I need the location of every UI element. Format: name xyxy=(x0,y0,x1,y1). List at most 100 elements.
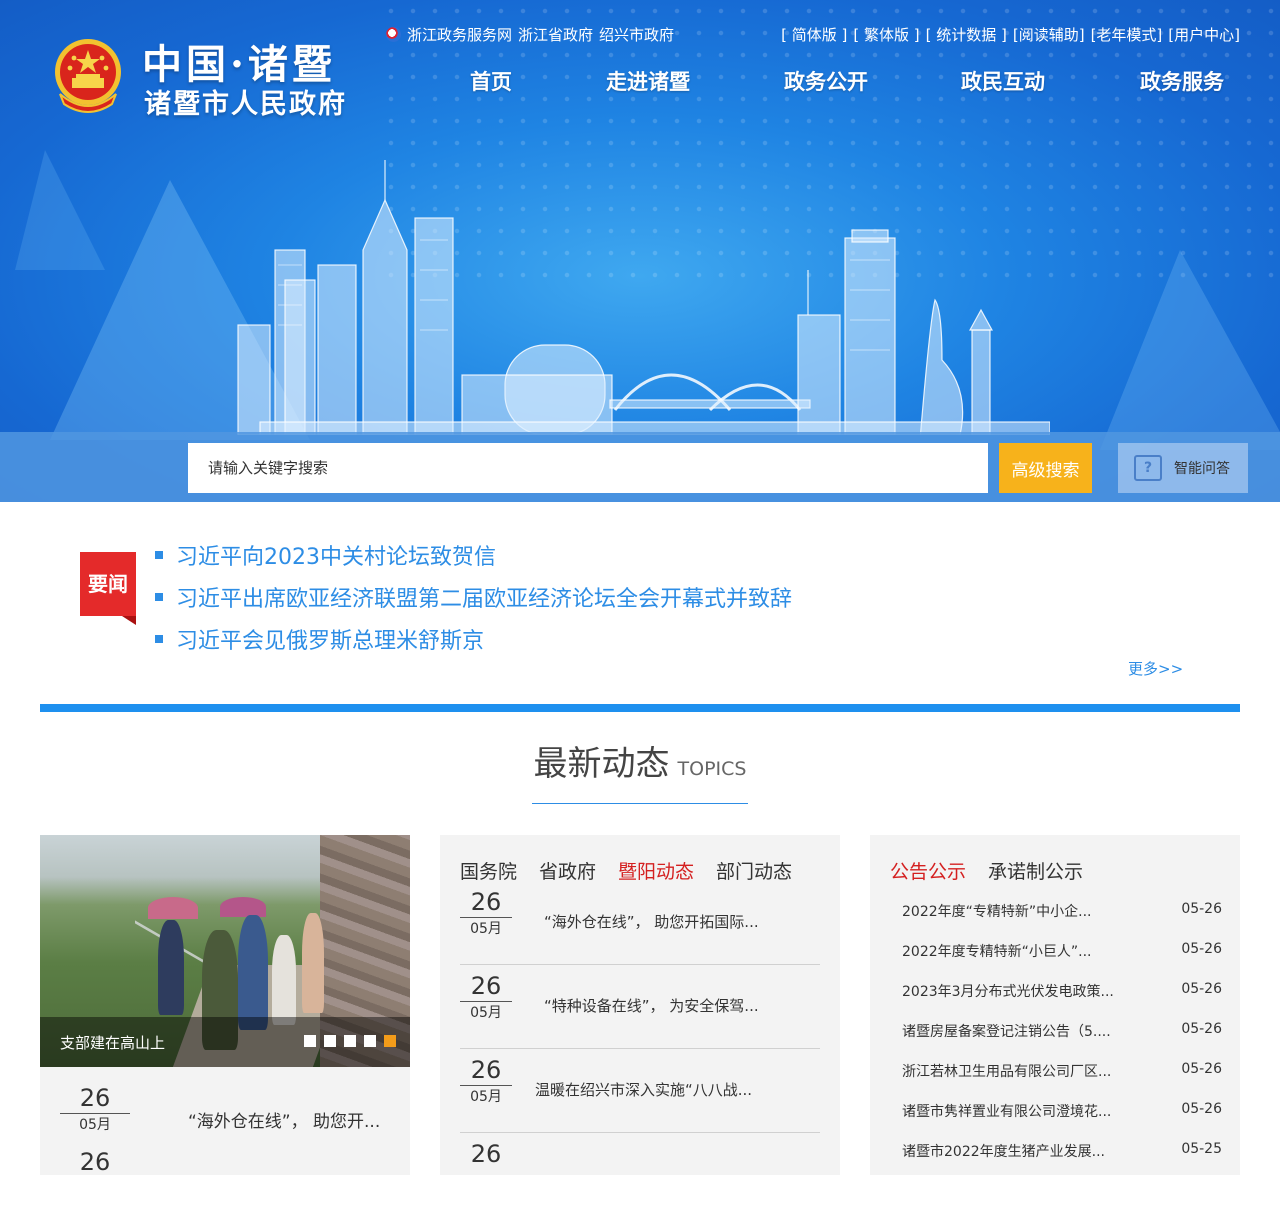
notice-title[interactable]: 2023年3月分布式光伏发电政策... xyxy=(902,981,1114,1021)
headline-list: 习近平向2023中关村论坛致贺信 习近平出席欧亚经济联盟第二届欧亚经济论坛全会开… xyxy=(155,534,792,660)
notice-title[interactable]: 诸暨房屋备案登记注销公告（5.... xyxy=(902,1021,1111,1061)
slider-dot[interactable] xyxy=(344,1035,356,1047)
news-day: 26 xyxy=(470,1140,502,1168)
section-divider xyxy=(40,704,1240,712)
link-statistics[interactable]: [ 统计数据 ] xyxy=(926,24,1007,45)
tab-jiyang-news[interactable]: 暨阳动态 xyxy=(618,857,694,884)
slider-photo[interactable]: 支部建在高山上 xyxy=(40,835,410,1067)
news-title[interactable]: “特种设备在线”， 为安全保驾... xyxy=(544,995,759,1016)
photo-news-column: 支部建在高山上 26 05月 “海外仓在线”， 助您开... 26 xyxy=(40,835,410,1177)
notice-list: 2022年度“专精特新”中小企... 05-26 2022年度专精特新“小巨人”.… xyxy=(902,901,1222,1181)
link-user-center[interactable]: [用户中心] xyxy=(1168,24,1240,45)
nav-gov-affairs[interactable]: 政务公开 xyxy=(784,66,868,96)
logo-subtitle[interactable]: 诸暨市人民政府 xyxy=(144,82,347,121)
photo-person xyxy=(158,920,184,1015)
list-item[interactable]: 2022年度“专精特新”中小企... 05-26 xyxy=(902,901,1222,941)
slider-dot[interactable] xyxy=(304,1035,316,1047)
advanced-search-button[interactable]: 高级搜索 xyxy=(999,443,1092,493)
slider-caption[interactable]: 支部建在高山上 xyxy=(60,1032,165,1053)
news-title[interactable]: “海外仓在线”， 助您开拓国际... xyxy=(544,911,759,932)
headline-text[interactable]: 习近平向2023中关村论坛致贺信 xyxy=(176,539,496,571)
news-month: 05月 xyxy=(470,921,502,937)
more-headlines-link[interactable]: 更多>> xyxy=(1128,658,1183,679)
photo-umbrella xyxy=(220,897,266,917)
nav-interaction[interactable]: 政民互动 xyxy=(961,66,1045,96)
list-item[interactable]: 诸暨市2022年度生猪产业发展... 05-25 xyxy=(902,1141,1222,1181)
news-date: 26 xyxy=(60,1147,130,1177)
news-day: 26 xyxy=(460,971,512,1002)
notice-title[interactable]: 浙江若林卫生用品有限公司厂区... xyxy=(902,1061,1111,1101)
headline-item[interactable]: 习近平出席欧亚经济联盟第二届欧亚经济论坛全会开幕式并致辞 xyxy=(155,576,792,618)
tab-department-news[interactable]: 部门动态 xyxy=(716,857,792,884)
utility-links: [ 简体版 ] [ 繁体版 ] [ 统计数据 ] [阅读辅助] [老年模式] [… xyxy=(781,24,1240,45)
list-item[interactable]: 26 05月 温暖在绍兴市深入实施“八八战... xyxy=(460,1049,820,1133)
list-item[interactable]: 诸暨房屋备案登记注销公告（5.... 05-26 xyxy=(902,1021,1222,1061)
news-day: 26 xyxy=(460,887,512,918)
nav-services[interactable]: 政务服务 xyxy=(1140,66,1224,96)
list-item[interactable]: 2023年3月分布式光伏发电政策... 05-26 xyxy=(902,981,1222,1021)
link-traditional[interactable]: [ 繁体版 ] xyxy=(853,24,919,45)
headline-item[interactable]: 习近平向2023中关村论坛致贺信 xyxy=(155,534,792,576)
bullet-icon xyxy=(155,593,163,601)
section-title: 最新动态 TOPICS xyxy=(0,736,1280,785)
slider-dot[interactable] xyxy=(364,1035,376,1047)
list-item[interactable]: 浙江若林卫生用品有限公司厂区... 05-26 xyxy=(902,1061,1222,1101)
section-title-cn: 最新动态 xyxy=(533,744,670,784)
link-elder-mode[interactable]: [老年模式] xyxy=(1091,24,1163,45)
list-item[interactable]: 26 05月 “特种设备在线”， 为安全保驾... xyxy=(460,965,820,1049)
notices-column: 公告公示 承诺制公示 2022年度“专精特新”中小企... 05-26 2022年… xyxy=(870,835,1240,1175)
news-date: 26 05月 xyxy=(460,971,512,1024)
link-sx-gov[interactable]: 绍兴市政府 xyxy=(599,24,674,45)
tab-province[interactable]: 省政府 xyxy=(539,857,596,884)
headlines-badge: 要闻 xyxy=(80,552,136,625)
smart-qa-label: 智能问答 xyxy=(1174,461,1230,477)
hero-banner: 中国·诸暨 诸暨市人民政府 浙江政务服务网 浙江省政府 绍兴市政府 [ 简体版 … xyxy=(0,0,1280,502)
headline-text[interactable]: 习近平出席欧亚经济联盟第二届欧亚经济论坛全会开幕式并致辞 xyxy=(176,581,792,613)
national-emblem-icon[interactable] xyxy=(52,38,124,114)
news-day: 26 xyxy=(79,1148,111,1176)
section-title-underline xyxy=(532,803,748,804)
slider-dot[interactable] xyxy=(324,1035,336,1047)
notice-tabs: 公告公示 承诺制公示 xyxy=(890,857,1083,884)
notice-title[interactable]: 2022年度专精特新“小巨人”... xyxy=(902,941,1092,981)
zhejiang-gov-icon xyxy=(386,27,401,42)
news-title[interactable]: “海外仓在线”， 助您开... xyxy=(188,1107,380,1132)
tab-commitments[interactable]: 承诺制公示 xyxy=(988,857,1083,884)
news-day: 26 xyxy=(60,1083,130,1114)
notice-date: 05-26 xyxy=(1181,1061,1222,1077)
notice-date: 05-26 xyxy=(1181,941,1222,957)
slider-dot-active[interactable] xyxy=(384,1035,396,1047)
news-date: 26 05月 xyxy=(60,1083,130,1136)
search-input[interactable] xyxy=(188,443,988,493)
notice-title[interactable]: 诸暨市隽祥置业有限公司澄境花... xyxy=(902,1101,1111,1141)
news-tabs-column: 国务院 省政府 暨阳动态 部门动态 26 05月 “海外仓在线”， 助您开拓国际… xyxy=(440,835,840,1175)
photo-person xyxy=(238,915,268,1030)
notice-title[interactable]: 2022年度“专精特新”中小企... xyxy=(902,901,1092,941)
headline-text[interactable]: 习近平会见俄罗斯总理米舒斯京 xyxy=(176,623,484,655)
news-title[interactable]: 温暖在绍兴市深入实施“八八战... xyxy=(535,1079,752,1100)
link-reading-aid[interactable]: [阅读辅助] xyxy=(1013,24,1085,45)
news-tabs: 国务院 省政府 暨阳动态 部门动态 xyxy=(460,857,792,884)
nav-about[interactable]: 走进诸暨 xyxy=(606,66,690,96)
notice-title[interactable]: 诸暨市2022年度生猪产业发展... xyxy=(902,1141,1105,1181)
smart-qa-button[interactable]: ? 智能问答 xyxy=(1118,443,1248,493)
slider-dots xyxy=(304,1035,396,1047)
news-day: 26 xyxy=(460,1055,512,1086)
list-item[interactable]: 26 05月 “海外仓在线”， 助您开拓国际... xyxy=(460,881,820,965)
tab-announcements[interactable]: 公告公示 xyxy=(890,857,966,884)
news-month: 05月 xyxy=(470,1089,502,1105)
nav-home[interactable]: 首页 xyxy=(470,66,512,96)
external-links: 浙江政务服务网 浙江省政府 绍兴市政府 xyxy=(386,24,674,45)
list-item[interactable]: 2022年度专精特新“小巨人”... 05-26 xyxy=(902,941,1222,981)
link-zj-gov[interactable]: 浙江省政府 xyxy=(518,24,593,45)
link-simplified[interactable]: [ 简体版 ] xyxy=(781,24,847,45)
headline-item[interactable]: 习近平会见俄罗斯总理米舒斯京 xyxy=(155,618,792,660)
list-item[interactable]: 26 xyxy=(460,1133,820,1217)
tab-state-council[interactable]: 国务院 xyxy=(460,857,517,884)
link-zjzwfw[interactable]: 浙江政务服务网 xyxy=(407,24,512,45)
notice-date: 05-26 xyxy=(1181,901,1222,917)
list-item[interactable]: 诸暨市隽祥置业有限公司澄境花... 05-26 xyxy=(902,1101,1222,1141)
news-month: 05月 xyxy=(470,1005,502,1021)
photo-umbrella xyxy=(148,897,198,919)
section-title-en: TOPICS xyxy=(677,758,747,780)
